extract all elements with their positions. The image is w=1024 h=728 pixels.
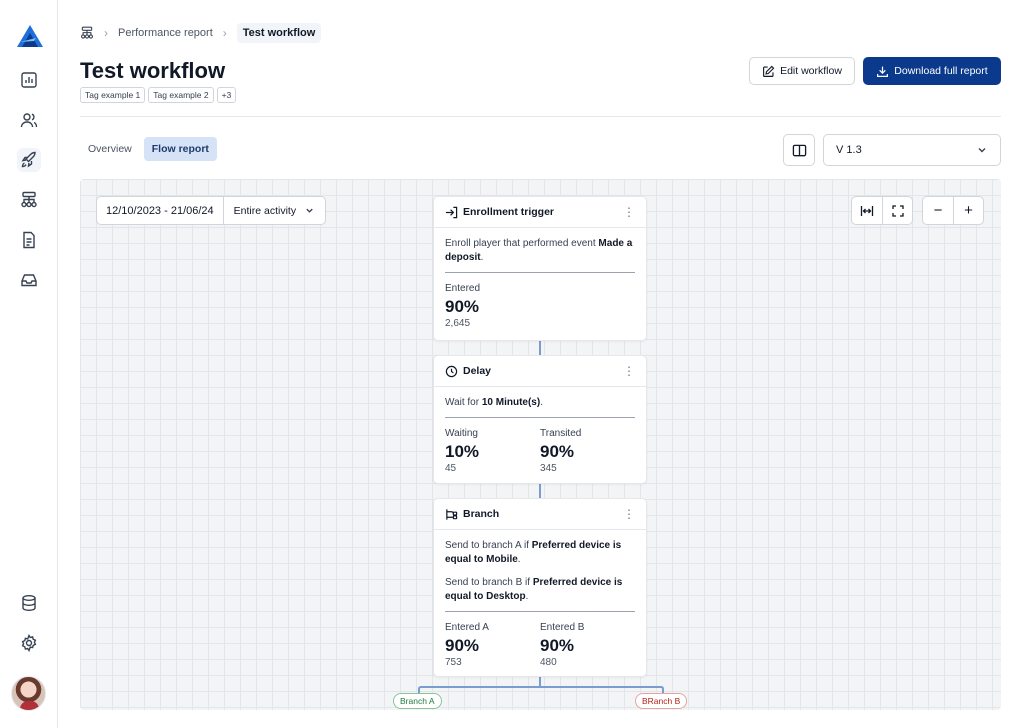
workflow-icon[interactable] xyxy=(80,26,94,40)
tag[interactable]: Tag example 1 xyxy=(80,87,146,103)
node-stats: Entered 90% 2,645 xyxy=(445,282,635,331)
node-description: Send to branch A if Preferred device is … xyxy=(445,540,622,565)
date-filter: 12/10/2023 - 21/06/24 Entire activity xyxy=(96,196,327,225)
zoom-in-button[interactable]: + xyxy=(953,197,983,224)
node-header: Delay ⋮ xyxy=(434,356,646,387)
branch-node[interactable]: Branch ⋮ Send to branch A if Preferred d… xyxy=(433,498,647,677)
version-select[interactable]: V 1.3 xyxy=(823,134,1001,166)
database-icon[interactable] xyxy=(17,591,41,615)
gear-icon[interactable] xyxy=(17,631,41,655)
node-title: Delay xyxy=(463,365,492,377)
edit-workflow-button[interactable]: Edit workflow xyxy=(749,57,855,85)
edit-icon xyxy=(763,65,775,77)
node-title: Enrollment trigger xyxy=(463,206,555,218)
tab-flow-report[interactable]: Flow report xyxy=(143,137,217,161)
chevron-right-icon: › xyxy=(104,26,108,40)
app-logo[interactable] xyxy=(16,24,44,48)
branch-connector xyxy=(418,686,664,696)
node-stats: Entered A 90% 753 Entered B 90% 480 xyxy=(445,621,635,670)
chevron-right-icon: › xyxy=(222,26,227,40)
fullscreen-icon[interactable] xyxy=(882,197,912,224)
stat-entered-a: Entered A 90% 753 xyxy=(445,622,489,668)
split-view-button[interactable] xyxy=(783,134,815,166)
clock-icon xyxy=(445,365,458,377)
branch-a-label[interactable]: Branch A xyxy=(393,693,442,709)
divider xyxy=(445,417,635,418)
node-title: Branch xyxy=(463,508,500,520)
branch-icon xyxy=(446,508,458,520)
chevron-down-icon xyxy=(978,148,986,153)
page-title: Test workflow xyxy=(80,58,226,83)
node-header: Enrollment trigger ⋮ xyxy=(434,197,646,228)
node-stats: Waiting 10% 45 Transited 90% 345 xyxy=(445,427,635,476)
date-range-picker[interactable]: 12/10/2023 - 21/06/24 xyxy=(97,197,224,224)
tag[interactable]: Tag example 2 xyxy=(148,87,214,103)
breadcrumb-current: Test workflow xyxy=(236,23,322,43)
users-icon[interactable] xyxy=(17,108,41,132)
node-body: Enroll player that performed event Made … xyxy=(434,228,646,339)
connector xyxy=(539,484,541,498)
inbox-icon[interactable] xyxy=(17,268,41,292)
stat-waiting: Waiting 10% 45 xyxy=(445,428,480,474)
breadcrumb: › Performance report › Test workflow xyxy=(80,22,322,44)
stat-transited: Transited 90% 345 xyxy=(540,428,582,474)
main-content: › Performance report › Test workflow Tes… xyxy=(58,0,1024,728)
document-icon[interactable] xyxy=(17,228,41,252)
more-options-icon[interactable]: ⋮ xyxy=(623,205,635,219)
node-description: Wait for 10 Minute(s). xyxy=(445,397,543,408)
flow-canvas[interactable]: 12/10/2023 - 21/06/24 Entire activity − … xyxy=(80,179,1001,710)
zoom-controls: − + xyxy=(922,196,984,225)
view-controls xyxy=(851,196,913,225)
download-report-label: Download full report xyxy=(894,65,988,77)
tag-list: Tag example 1 Tag example 2 +3 xyxy=(80,87,237,103)
workflow-icon[interactable] xyxy=(17,188,41,212)
more-options-icon[interactable]: ⋮ xyxy=(623,507,635,521)
chart-icon[interactable] xyxy=(17,68,41,92)
connector xyxy=(539,341,541,355)
tab-overview[interactable]: Overview xyxy=(80,137,140,161)
activity-value: Entire activity xyxy=(233,204,297,217)
more-options-icon[interactable]: ⋮ xyxy=(623,364,635,378)
fit-width-icon[interactable] xyxy=(852,197,882,224)
version-value: V 1.3 xyxy=(836,144,862,156)
chevron-down-icon xyxy=(306,208,313,213)
node-body: Send to branch A if Preferred device is … xyxy=(434,530,646,678)
avatar[interactable] xyxy=(11,676,46,711)
stat-entered-b: Entered B 90% 480 xyxy=(540,622,585,668)
more-tags-badge[interactable]: +3 xyxy=(216,87,237,103)
divider xyxy=(80,116,1001,117)
edit-workflow-label: Edit workflow xyxy=(780,65,842,77)
node-header: Branch ⋮ xyxy=(434,499,646,530)
zoom-out-button[interactable]: − xyxy=(923,197,953,224)
delay-node[interactable]: Delay ⋮ Wait for 10 Minute(s). Waiting 1… xyxy=(433,355,647,484)
download-report-button[interactable]: Download full report xyxy=(863,57,1001,85)
stat-entered: Entered 90% 2,645 xyxy=(445,283,481,329)
breadcrumb-link[interactable]: Performance report xyxy=(118,27,213,39)
node-description: Send to branch B if Preferred device is … xyxy=(445,577,623,602)
node-description: Enroll player that performed event Made … xyxy=(445,238,633,263)
enter-icon xyxy=(445,206,458,218)
activity-select[interactable]: Entire activity xyxy=(224,197,325,224)
enrollment-trigger-node[interactable]: Enrollment trigger ⋮ Enroll player that … xyxy=(433,196,647,341)
branch-b-label[interactable]: BRanch B xyxy=(635,693,688,709)
divider xyxy=(445,611,635,612)
rocket-icon[interactable] xyxy=(17,148,41,172)
book-icon xyxy=(792,144,806,156)
download-icon xyxy=(877,66,889,77)
sidebar xyxy=(0,0,58,728)
node-body: Wait for 10 Minute(s). Waiting 10% 45 Tr… xyxy=(434,387,646,484)
divider xyxy=(445,272,635,273)
view-tabs: Overview Flow report xyxy=(80,137,217,161)
